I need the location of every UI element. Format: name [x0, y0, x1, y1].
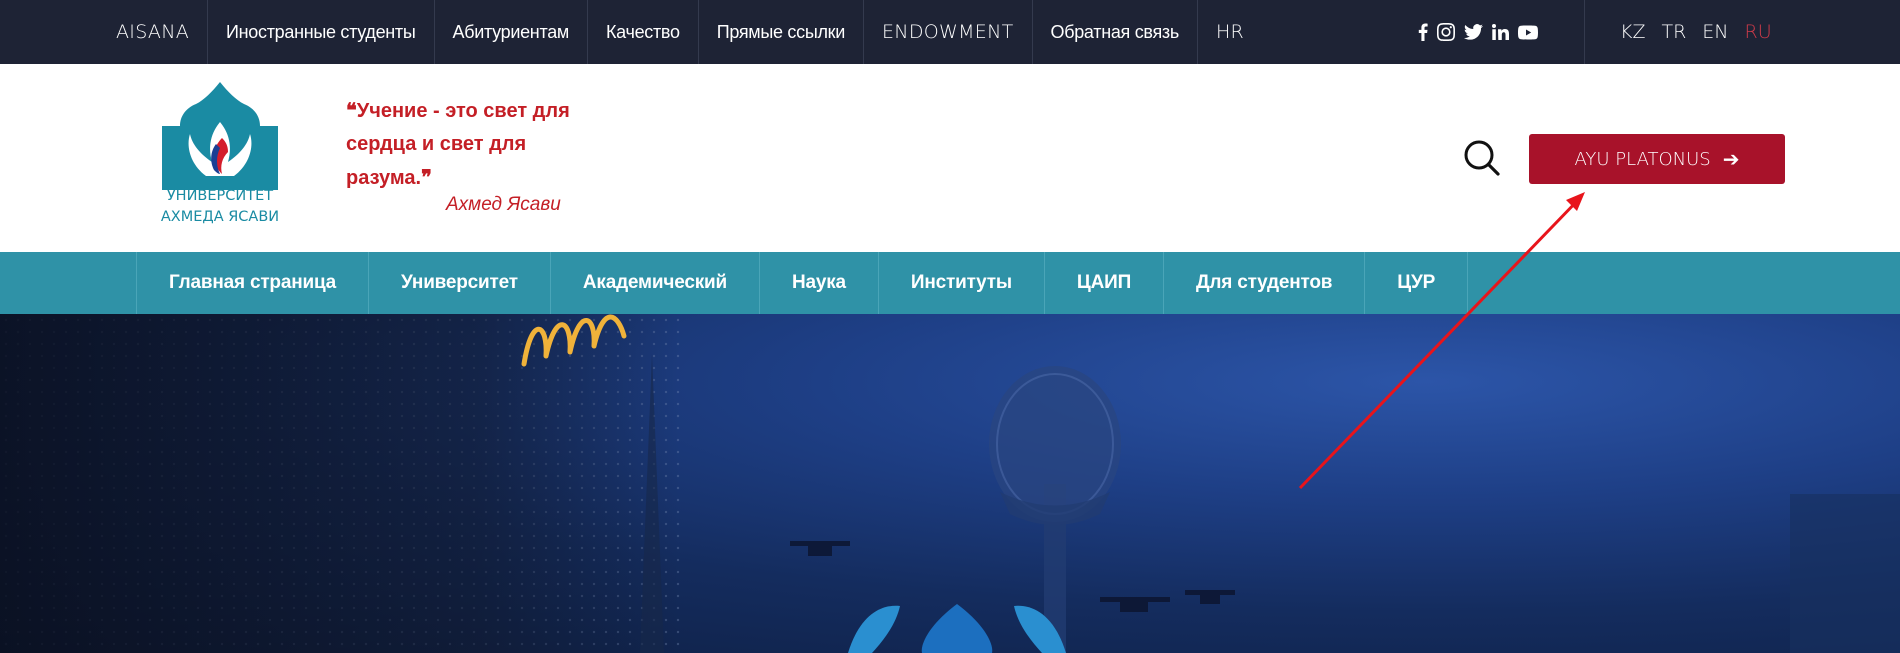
top-nav-quality[interactable]: Качество — [588, 0, 699, 64]
language-divider — [1584, 0, 1585, 64]
nav-for-students[interactable]: Для студентов — [1164, 252, 1366, 314]
top-nav-applicants[interactable]: Абитуриентам — [435, 0, 588, 64]
arrow-right-icon: ➔ — [1722, 147, 1740, 171]
language-switcher: KZ TR EN RU — [1620, 0, 1772, 64]
top-nav-aisana[interactable]: AISANA — [100, 0, 209, 64]
top-nav-endowment[interactable]: ENDOWMENT — [864, 0, 1033, 64]
top-nav-direct-links[interactable]: Прямые ссылки — [699, 0, 864, 64]
site-header: УНИВЕРСИТЕТ АХМЕДА ЯСАВИ ❝Учение - это с… — [0, 64, 1900, 252]
nav-tsur[interactable]: ЦУР — [1365, 252, 1469, 314]
hero-city-image — [521, 314, 1900, 653]
nav-home[interactable]: Главная страница — [137, 252, 370, 314]
quote-close-mark: ❞ — [421, 165, 432, 189]
logo-line-2: АХМЕДА ЯСАВИ — [160, 209, 280, 225]
quote-text-block: ❝Учение - это свет для сердца и свет для… — [346, 94, 596, 195]
top-nav-foreign-students[interactable]: Иностранные студенты — [208, 0, 435, 64]
nav-academic[interactable]: Академический — [551, 252, 760, 314]
facebook-icon[interactable] — [1418, 23, 1428, 41]
quote-author: Ахмед Ясави — [446, 194, 561, 215]
main-nav: Главная страница Университет Академическ… — [0, 252, 1900, 314]
search-icon[interactable] — [1463, 139, 1501, 177]
nav-university[interactable]: Университет — [369, 252, 551, 314]
quote-text: Учение - это свет для сердца и свет для … — [346, 100, 570, 189]
instagram-icon[interactable] — [1437, 23, 1455, 41]
nav-tsaip[interactable]: ЦАИП — [1045, 252, 1165, 314]
top-nav: AISANA Иностранные студенты Абитуриентам… — [100, 0, 1262, 64]
lang-ru[interactable]: RU — [1745, 21, 1772, 43]
main-nav-items: Главная страница Университет Академическ… — [136, 252, 1469, 314]
quote-open-mark: ❝ — [346, 98, 357, 122]
linkedin-icon[interactable] — [1492, 24, 1509, 40]
social-links — [1418, 0, 1538, 64]
youtube-icon[interactable] — [1518, 25, 1538, 40]
ayu-platonus-button[interactable]: AYU PLATONUS ➔ — [1529, 134, 1785, 184]
lang-en[interactable]: EN — [1702, 21, 1728, 43]
ayu-platonus-label: AYU PLATONUS — [1574, 148, 1711, 170]
twitter-icon[interactable] — [1464, 24, 1483, 40]
top-bar: AISANA Иностранные студенты Абитуриентам… — [0, 0, 1900, 64]
lang-tr[interactable]: TR — [1661, 21, 1686, 43]
lang-kz[interactable]: KZ — [1620, 21, 1645, 43]
top-nav-feedback[interactable]: Обратная связь — [1033, 0, 1198, 64]
hero-banner — [0, 314, 1900, 653]
top-nav-hr[interactable]: HR — [1198, 0, 1262, 64]
nav-science[interactable]: Наука — [760, 252, 879, 314]
nav-institutes[interactable]: Институты — [879, 252, 1045, 314]
logo-line-1: УНИВЕРСИТЕТ — [166, 188, 274, 204]
